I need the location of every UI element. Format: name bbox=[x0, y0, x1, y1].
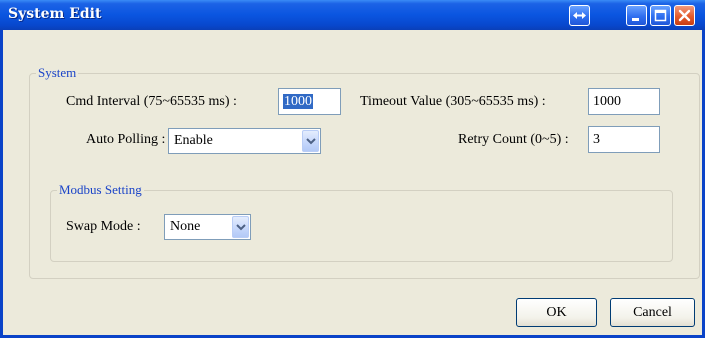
auto-polling-dropdown-button[interactable] bbox=[302, 130, 319, 152]
resize-button[interactable] bbox=[569, 5, 590, 26]
minimize-button[interactable] bbox=[626, 5, 647, 26]
swap-mode-dropdown-button[interactable] bbox=[232, 216, 249, 238]
cmd-interval-label: Cmd Interval (75~65535 ms) : bbox=[66, 94, 237, 109]
timeout-value-input[interactable]: 1000 bbox=[588, 88, 660, 115]
timeout-value-label: Timeout Value (305~65535 ms) : bbox=[360, 94, 546, 109]
retry-count-input[interactable]: 3 bbox=[588, 126, 660, 153]
ok-button[interactable]: OK bbox=[516, 298, 597, 327]
minimize-icon bbox=[632, 18, 639, 21]
auto-polling-label: Auto Polling : bbox=[86, 132, 166, 147]
system-group-legend: System bbox=[36, 65, 79, 81]
retry-count-label: Retry Count (0~5) : bbox=[458, 132, 569, 147]
auto-polling-value: Enable bbox=[174, 133, 213, 148]
swap-mode-select[interactable]: None bbox=[164, 214, 251, 240]
retry-count-value: 3 bbox=[593, 132, 600, 147]
double-arrow-icon bbox=[573, 12, 586, 19]
window-title: System Edit bbox=[8, 6, 102, 22]
close-icon bbox=[678, 9, 691, 22]
maximize-button[interactable] bbox=[650, 5, 671, 26]
chevron-down-icon bbox=[305, 137, 316, 144]
system-edit-window: System Edit System Cmd Interval (75~6553… bbox=[0, 0, 705, 338]
close-button[interactable] bbox=[674, 5, 695, 26]
modbus-setting-legend: Modbus Setting bbox=[57, 182, 144, 198]
maximize-icon bbox=[654, 9, 667, 22]
modbus-setting-group: Modbus Setting bbox=[50, 182, 673, 262]
swap-mode-value: None bbox=[170, 219, 201, 234]
swap-mode-label: Swap Mode : bbox=[66, 219, 141, 234]
cmd-interval-value: 1000 bbox=[283, 94, 313, 109]
chevron-down-icon bbox=[235, 223, 246, 230]
timeout-value-text: 1000 bbox=[593, 94, 621, 109]
cancel-button[interactable]: Cancel bbox=[610, 298, 695, 327]
title-bar[interactable]: System Edit bbox=[0, 0, 705, 30]
auto-polling-select[interactable]: Enable bbox=[168, 128, 321, 154]
cmd-interval-input[interactable]: 1000 bbox=[278, 88, 341, 115]
